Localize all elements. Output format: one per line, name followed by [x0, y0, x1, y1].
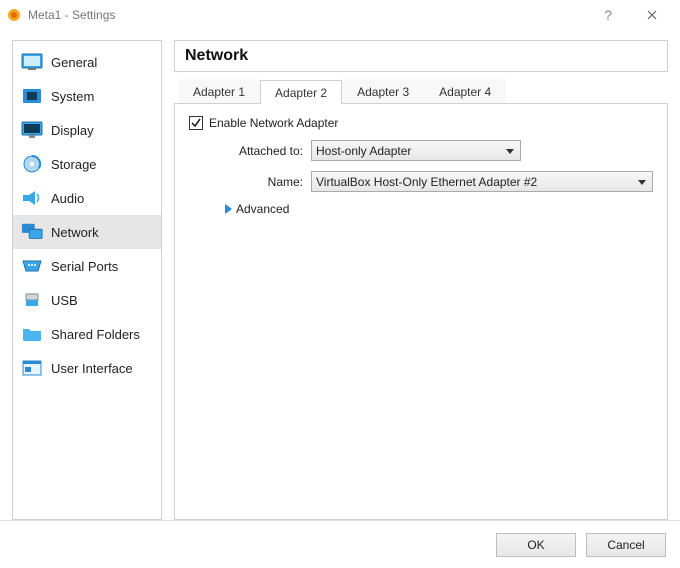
tab-adapter-1[interactable]: Adapter 1 [178, 79, 260, 103]
sidebar-item-general[interactable]: General [13, 45, 161, 79]
sidebar-label: Storage [51, 157, 97, 172]
sidebar-label: Network [51, 225, 99, 240]
adapter-name-select[interactable]: VirtualBox Host-Only Ethernet Adapter #2 [311, 171, 653, 192]
sidebar-label: System [51, 89, 94, 104]
page-heading: Network [174, 40, 668, 72]
dialog-footer: OK Cancel [0, 520, 680, 568]
sidebar-item-user-interface[interactable]: User Interface [13, 351, 161, 385]
sidebar-label: Display [51, 123, 94, 138]
attached-to-label: Attached to: [213, 144, 311, 158]
tab-adapter-2[interactable]: Adapter 2 [260, 80, 342, 104]
sidebar-item-storage[interactable]: Storage [13, 147, 161, 181]
audio-icon [21, 187, 43, 209]
display-icon [21, 119, 43, 141]
page-title: Network [185, 47, 657, 65]
sidebar-label: Shared Folders [51, 327, 140, 342]
settings-sidebar: General System Display Storage Audio Net… [12, 40, 162, 520]
enable-adapter-label: Enable Network Adapter [209, 116, 338, 130]
sidebar-label: General [51, 55, 97, 70]
close-button[interactable] [632, 0, 672, 30]
cancel-button[interactable]: Cancel [586, 533, 666, 557]
sidebar-item-shared-folders[interactable]: Shared Folders [13, 317, 161, 351]
sidebar-item-audio[interactable]: Audio [13, 181, 161, 215]
sidebar-label: User Interface [51, 361, 133, 376]
sidebar-item-serial-ports[interactable]: Serial Ports [13, 249, 161, 283]
titlebar: Meta1 - Settings ? [0, 0, 680, 30]
sidebar-item-usb[interactable]: USB [13, 283, 161, 317]
shared-folders-icon [21, 323, 43, 345]
sidebar-item-system[interactable]: System [13, 79, 161, 113]
network-icon [21, 221, 43, 243]
adapter-tabs: Adapter 1 Adapter 2 Adapter 3 Adapter 4 [174, 80, 668, 104]
window-title: Meta1 - Settings [28, 8, 115, 22]
user-interface-icon [21, 357, 43, 379]
advanced-toggle[interactable]: Advanced [225, 202, 653, 216]
ok-button[interactable]: OK [496, 533, 576, 557]
usb-icon [21, 289, 43, 311]
expand-icon [225, 204, 232, 214]
sidebar-item-display[interactable]: Display [13, 113, 161, 147]
settings-main: Network Adapter 1 Adapter 2 Adapter 3 Ad… [174, 40, 668, 520]
tab-adapter-4[interactable]: Adapter 4 [424, 79, 506, 103]
sidebar-label: Serial Ports [51, 259, 118, 274]
name-label: Name: [213, 175, 311, 189]
sidebar-label: USB [51, 293, 78, 308]
tab-content: Enable Network Adapter Attached to: Host… [174, 104, 668, 520]
help-button[interactable]: ? [604, 7, 612, 23]
app-icon [6, 7, 22, 23]
tab-adapter-3[interactable]: Adapter 3 [342, 79, 424, 103]
serial-ports-icon [21, 255, 43, 277]
sidebar-item-network[interactable]: Network [13, 215, 161, 249]
attached-to-select[interactable]: Host-only Adapter [311, 140, 521, 161]
general-icon [21, 51, 43, 73]
storage-icon [21, 153, 43, 175]
sidebar-label: Audio [51, 191, 84, 206]
enable-adapter-checkbox[interactable] [189, 116, 203, 130]
system-icon [21, 85, 43, 107]
